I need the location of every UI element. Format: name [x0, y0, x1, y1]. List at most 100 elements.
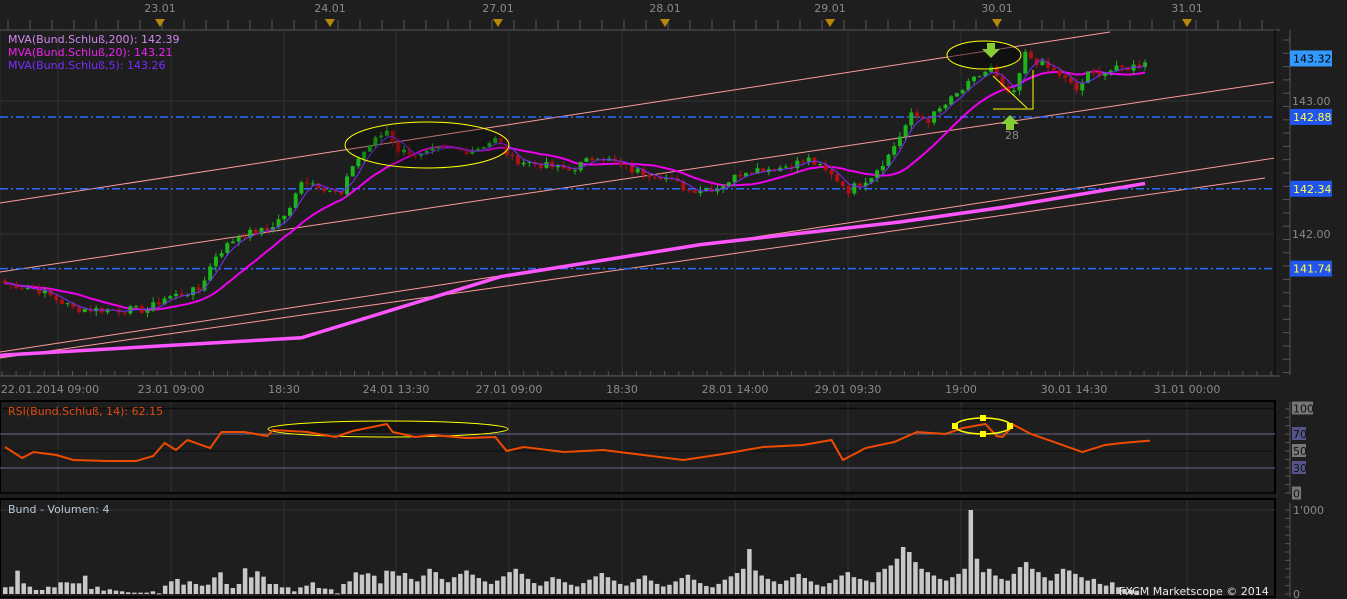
- volume-bar: [39, 589, 45, 594]
- volume-bar: [999, 578, 1004, 594]
- ellipse-handle[interactable]: [1007, 423, 1013, 429]
- legend-ma200: MVA(Bund.Schluß,200): 142.39: [8, 33, 180, 46]
- volume-bar: [673, 581, 678, 594]
- volume-bar: [267, 584, 272, 594]
- ellipse-handle[interactable]: [980, 431, 986, 437]
- candle[interactable]: [1023, 48, 1028, 75]
- rsi-legend: RSI(Bund.Schluß, 14): 62.15: [8, 405, 163, 418]
- candle[interactable]: [350, 165, 355, 177]
- volume-bar: [747, 549, 752, 594]
- volume-bar: [58, 582, 63, 594]
- time-axis-label: 18:30: [268, 383, 300, 396]
- volume-bar: [796, 573, 801, 594]
- candle[interactable]: [345, 172, 349, 197]
- top-date-label: 30.01: [981, 2, 1013, 15]
- volume-bar: [316, 588, 322, 594]
- volume-bar: [285, 587, 291, 594]
- candle-body: [151, 302, 156, 311]
- volume-bar: [728, 576, 734, 594]
- rsi-highlight-ellipse[interactable]: [267, 420, 509, 438]
- ellipse-handle[interactable]: [952, 423, 958, 429]
- candle-body: [236, 236, 241, 242]
- candle[interactable]: [293, 192, 298, 209]
- volume-bar: [882, 568, 887, 594]
- volume-bar: [962, 568, 967, 594]
- volume-bar: [150, 591, 156, 594]
- volume-bar: [630, 582, 635, 594]
- volume-bar: [144, 592, 149, 594]
- candle[interactable]: [82, 308, 87, 313]
- volume-bar: [931, 575, 937, 594]
- volume-bar: [322, 588, 328, 594]
- candle-body: [635, 168, 640, 173]
- candle[interactable]: [852, 181, 857, 196]
- candle-body: [852, 183, 857, 194]
- candle-body: [977, 76, 982, 78]
- candle-body: [1011, 90, 1016, 92]
- volume-bar: [544, 581, 549, 594]
- volume-bar: [827, 583, 832, 594]
- candle-body: [738, 174, 743, 177]
- candle-body: [573, 170, 577, 172]
- volume-bar: [255, 571, 260, 594]
- candle-body: [25, 288, 30, 290]
- volume-bar: [845, 572, 851, 594]
- candle-body: [1114, 65, 1119, 71]
- volume-bar: [519, 573, 525, 594]
- legend-ma5: MVA(Bund.Schluß,5): 143.26: [8, 59, 166, 72]
- volume-tick-label: 1'000: [1293, 504, 1324, 517]
- volume-bar: [372, 575, 377, 594]
- volume-bar: [685, 574, 691, 594]
- candle-body: [1120, 65, 1125, 68]
- volume-bar: [390, 571, 395, 594]
- candle-body: [219, 253, 224, 257]
- volume-bar: [1017, 567, 1023, 594]
- top-date-label: 23.01: [144, 2, 176, 15]
- candle-body: [1080, 82, 1085, 91]
- volume-bar: [365, 573, 371, 594]
- volume-bar: [396, 575, 402, 594]
- candle-body: [1051, 67, 1056, 71]
- candle-body: [692, 190, 697, 194]
- legend-ma20: MVA(Bund.Schluß,20): 143.21: [8, 46, 173, 59]
- candle-body: [880, 165, 885, 171]
- volume-bar: [415, 581, 420, 594]
- candle-body: [567, 168, 572, 171]
- highlight-ellipse[interactable]: [946, 40, 1022, 70]
- candle-body: [327, 190, 332, 192]
- volume-bar: [1060, 568, 1066, 594]
- candle-body: [954, 93, 959, 97]
- candle-body: [972, 76, 976, 81]
- volume-bar: [568, 584, 574, 594]
- volume-bar: [550, 577, 555, 594]
- volume-bar: [777, 583, 783, 594]
- volume-bar: [587, 579, 592, 594]
- candle-body: [903, 125, 908, 137]
- candle[interactable]: [299, 180, 304, 196]
- candle-body: [174, 293, 178, 297]
- volume-bar: [710, 587, 715, 594]
- volume-bar: [894, 558, 900, 594]
- volume-bar: [181, 584, 186, 594]
- volume-bar: [593, 576, 598, 594]
- volume-bar: [15, 570, 20, 594]
- volume-bar: [107, 589, 113, 594]
- chart-canvas[interactable]: 23.01 24.01 27.01 28.01 29.01 30.01 31.01 143.…: [0, 0, 1347, 599]
- volume-bar: [784, 580, 789, 594]
- volume-bar: [697, 583, 703, 594]
- candle-body: [345, 176, 349, 195]
- volume-bar: [734, 573, 740, 594]
- volume-bar: [495, 580, 500, 594]
- volume-bar: [64, 582, 69, 594]
- candle-body: [1057, 70, 1062, 76]
- highlight-ellipse[interactable]: [344, 121, 510, 169]
- volume-bar: [470, 574, 475, 594]
- time-axis-label: 18:30: [606, 383, 638, 396]
- volume-bar: [132, 592, 137, 594]
- candle-body: [1017, 73, 1022, 91]
- volume-bar: [808, 581, 814, 594]
- volume-bar: [925, 572, 930, 594]
- ellipse-handle[interactable]: [980, 415, 986, 421]
- time-axis-label: 22.01.2014 09:00: [1, 383, 99, 396]
- candle-body: [795, 160, 800, 169]
